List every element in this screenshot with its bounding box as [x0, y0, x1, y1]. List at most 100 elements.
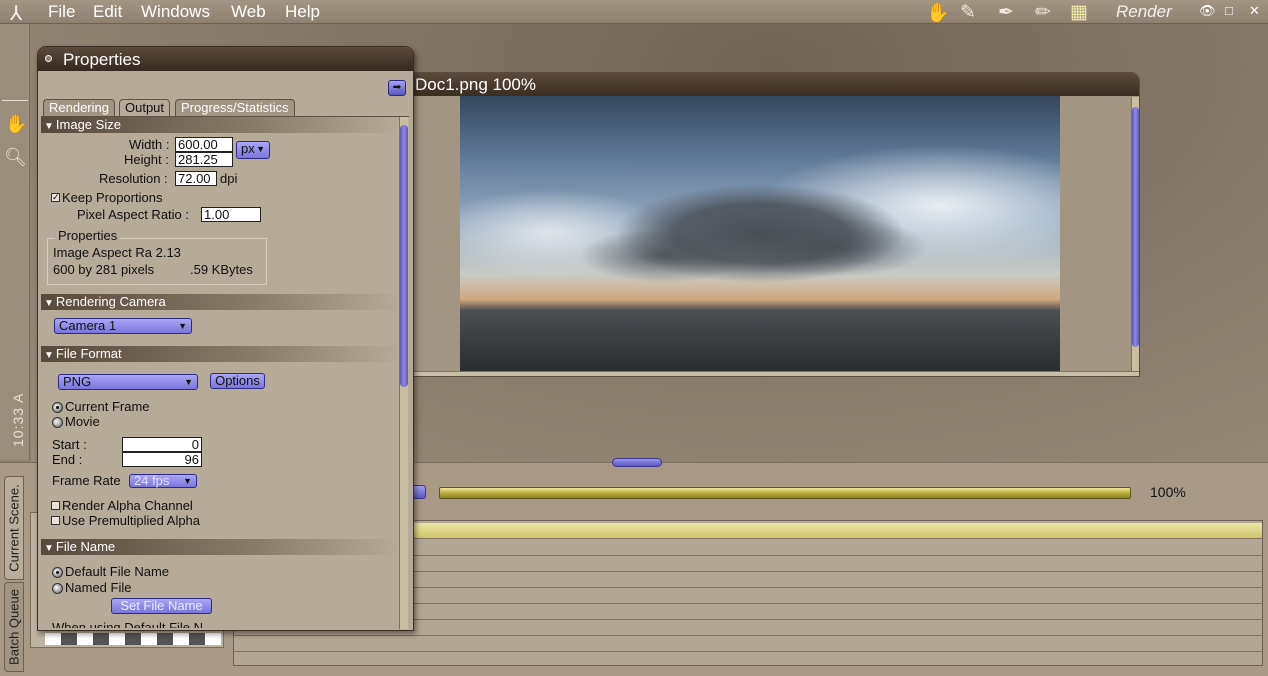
- hand-icon[interactable]: ✋: [5, 114, 27, 135]
- frame-rate-label: Frame Rate: [52, 473, 121, 488]
- default-file-name-label: Default File Name: [65, 564, 170, 579]
- section-file-format-label: File Format: [55, 346, 122, 361]
- output-tab-content: ▼Image Size Width : Height : px▼ Resolut…: [41, 116, 409, 628]
- properties-titlebar[interactable]: Properties: [38, 47, 413, 71]
- document-vertical-scrollbar[interactable]: [1131, 97, 1139, 373]
- pixel-aspect-label: Pixel Aspect Ratio :: [77, 207, 189, 222]
- tab-batch-queue-label: Batch Queue: [6, 589, 22, 665]
- collapse-triangle-icon: ▼: [44, 121, 54, 132]
- tab-progress-statistics[interactable]: Progress/Statistics: [175, 99, 295, 116]
- start-label: Start :: [52, 437, 87, 452]
- table-row[interactable]: [234, 636, 1262, 652]
- section-rendering-camera[interactable]: ▼ Rendering Camera: [41, 294, 401, 310]
- resolution-unit: dpi: [220, 171, 238, 186]
- properties-title: Properties: [63, 50, 141, 69]
- section-file-format[interactable]: ▼ File Format: [41, 346, 401, 362]
- resolution-input[interactable]: [175, 171, 217, 186]
- section-camera-label: Rendering Camera: [55, 294, 166, 309]
- scroll-thumb[interactable]: [400, 125, 408, 387]
- section-image-size[interactable]: ▼ Image Size: [41, 117, 401, 133]
- width-input[interactable]: [175, 137, 233, 152]
- strip-divider: [2, 100, 28, 101]
- app-logo-icon[interactable]: ⅄: [10, 1, 22, 26]
- splitter-handle[interactable]: [612, 458, 662, 467]
- keep-proportions-label: Keep Proportions: [62, 190, 163, 205]
- file-format-dropdown-value: PNG: [63, 374, 92, 389]
- collapse-triangle-icon: ▼: [44, 350, 54, 361]
- eye-icon[interactable]: 👁: [1199, 3, 1216, 19]
- film-icon[interactable]: ▦: [1070, 1, 1088, 24]
- queue-side-tabs: Current Scene. Batch Queue: [4, 476, 24, 672]
- resolution-label: Resolution :: [99, 171, 168, 186]
- end-label: End :: [52, 452, 83, 467]
- named-file-radio[interactable]: [52, 583, 63, 594]
- restore-icon[interactable]: □: [1225, 3, 1233, 18]
- unit-dropdown[interactable]: px ▼: [236, 141, 270, 159]
- frame-rate-dropdown[interactable]: 24 fps ▼: [129, 474, 197, 488]
- keep-proportions-checkbox[interactable]: ✓: [51, 193, 60, 202]
- pixel-dimensions-text: 600 by 281 pixels: [53, 262, 155, 277]
- default-file-name-radio[interactable]: [52, 567, 63, 578]
- document-window: Doc1.png 100%: [407, 72, 1140, 377]
- render-alpha-checkbox[interactable]: [51, 501, 60, 510]
- set-file-name-button[interactable]: Set File Name: [111, 598, 212, 614]
- menu-windows[interactable]: Windows: [141, 2, 210, 22]
- pen-tool-icon[interactable]: ✒: [998, 1, 1014, 24]
- file-size-text: .59 KBytes: [190, 262, 253, 277]
- pixel-aspect-input[interactable]: [201, 207, 261, 222]
- premultiplied-alpha-checkbox[interactable]: [51, 516, 60, 525]
- chevron-down-icon: ▼: [256, 144, 265, 154]
- properties-panel: Properties ➡ Rendering Output Progress/S…: [37, 46, 414, 631]
- menu-bar: ⅄ File Edit Windows Web Help ✋ ✎ ✒ ✏ ▦ R…: [0, 0, 1268, 26]
- menu-file[interactable]: File: [48, 2, 75, 22]
- section-image-size-label: Image Size: [55, 117, 121, 132]
- magnifier-icon[interactable]: 🔍︎: [4, 147, 27, 168]
- chevron-down-icon: ▼: [183, 476, 192, 486]
- render-room-label[interactable]: Render: [1116, 2, 1172, 22]
- tab-batch-queue[interactable]: Batch Queue: [4, 582, 24, 672]
- tab-current-scene[interactable]: Current Scene.: [4, 476, 24, 580]
- render-preview-image: [460, 96, 1060, 371]
- properties-group-label: Properties: [55, 228, 121, 243]
- document-titlebar[interactable]: Doc1.png 100%: [408, 73, 1139, 96]
- document-title: Doc1.png 100%: [415, 75, 536, 94]
- width-label: Width :: [129, 137, 170, 152]
- collapse-triangle-icon: ▼: [44, 298, 54, 309]
- panel-menu-button[interactable]: ➡: [388, 80, 406, 96]
- collapse-triangle-icon: ▼: [44, 543, 54, 554]
- end-frame-input[interactable]: [122, 452, 202, 467]
- tab-current-scene-label: Current Scene.: [6, 484, 22, 572]
- brush-tool-icon[interactable]: ✎: [960, 1, 976, 24]
- progress-percent: 100%: [1150, 484, 1186, 500]
- close-icon[interactable]: ✕: [1249, 3, 1260, 19]
- camera-dropdown-value: Camera 1: [59, 318, 117, 333]
- tab-output[interactable]: Output: [119, 99, 171, 116]
- chevron-down-icon: ▼: [178, 321, 187, 331]
- height-input[interactable]: [175, 152, 233, 167]
- pencil-tool-icon[interactable]: ✏: [1035, 1, 1051, 24]
- panel-close-icon[interactable]: [45, 55, 52, 62]
- scroll-thumb[interactable]: [1132, 107, 1139, 347]
- tab-rendering[interactable]: Rendering: [43, 99, 115, 116]
- file-format-dropdown[interactable]: PNG ▼: [58, 374, 198, 390]
- render-alpha-label: Render Alpha Channel: [62, 498, 193, 513]
- current-frame-radio[interactable]: [52, 402, 63, 413]
- section-file-name[interactable]: ▼ File Name: [41, 539, 401, 555]
- movie-label: Movie: [65, 414, 100, 429]
- section-file-name-label: File Name: [55, 539, 116, 554]
- clock-text: 10:33 A: [10, 392, 26, 448]
- properties-scrollbar[interactable]: [399, 117, 408, 629]
- checker-pattern: [45, 633, 221, 645]
- hand-tool-icon[interactable]: ✋: [926, 1, 950, 25]
- movie-radio[interactable]: [52, 417, 63, 428]
- current-frame-label: Current Frame: [65, 399, 150, 414]
- camera-dropdown[interactable]: Camera 1 ▼: [54, 318, 192, 334]
- menu-edit[interactable]: Edit: [93, 2, 122, 22]
- start-frame-input[interactable]: [122, 437, 202, 452]
- frame-rate-value: 24 fps: [134, 473, 170, 488]
- menu-web[interactable]: Web: [231, 2, 266, 22]
- options-button[interactable]: Options: [210, 373, 265, 389]
- menu-help[interactable]: Help: [285, 2, 320, 22]
- chevron-down-icon: ▼: [184, 377, 193, 387]
- document-horizontal-scrollbar[interactable]: [408, 371, 1139, 376]
